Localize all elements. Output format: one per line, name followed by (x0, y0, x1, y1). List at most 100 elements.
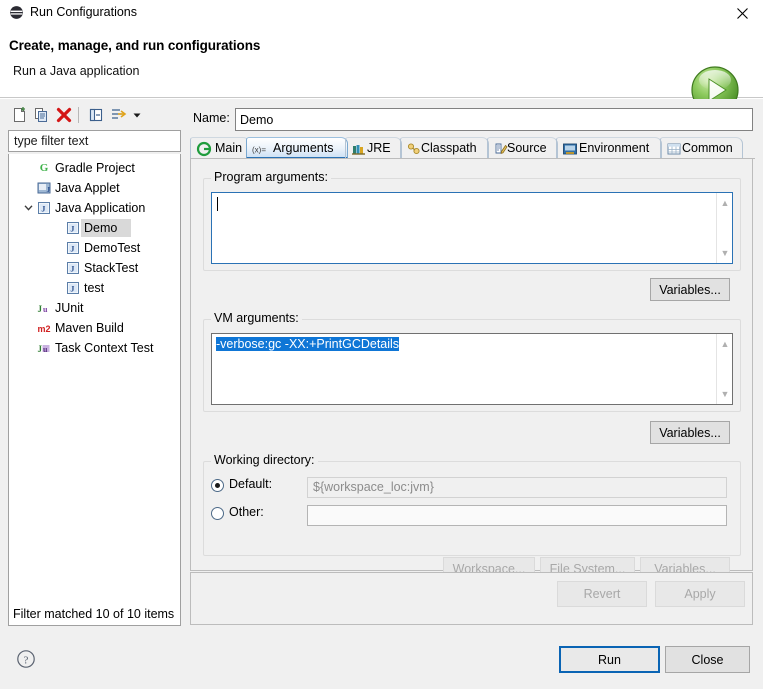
maven-icon: m2 (37, 321, 51, 335)
vm-arguments-scrollbar[interactable]: ▲ ▼ (716, 334, 732, 404)
tab-environment[interactable]: Environment (556, 137, 662, 159)
vm-arguments-variables-button[interactable]: Variables... (650, 421, 730, 444)
tree-item-task-context-test[interactable]: J u Task Context Test (9, 338, 180, 358)
scroll-down-icon[interactable]: ▼ (717, 245, 733, 261)
svg-text:J: J (70, 225, 74, 234)
collapse-all-icon[interactable] (86, 105, 106, 125)
gradle-icon: G (37, 161, 51, 175)
tree-item-java-application[interactable]: J Java Application (9, 198, 180, 218)
apply-button[interactable]: Apply (655, 581, 745, 607)
common-table-icon (666, 141, 682, 157)
program-arguments-input[interactable]: ▲ ▼ (211, 192, 733, 264)
scroll-up-icon[interactable]: ▲ (717, 336, 733, 352)
vm-arguments-text-wrapper: -verbose:gc -XX:+PrintGCDetails (216, 337, 714, 352)
name-input[interactable] (235, 108, 753, 131)
help-question-icon[interactable]: ? (16, 649, 36, 669)
text-caret (217, 197, 218, 211)
revert-button[interactable]: Revert (557, 581, 647, 607)
tree-twisty[interactable] (21, 158, 35, 178)
tab-label: Environment (579, 141, 650, 155)
working-directory-other-input[interactable] (307, 505, 727, 526)
tree-item-label: Demo (84, 221, 118, 235)
svg-text:?: ? (24, 654, 29, 666)
title-bar: Run Configurations (0, 0, 763, 26)
tab-label: Common (682, 141, 733, 155)
tree-item-demo[interactable]: J Demo (9, 218, 180, 238)
tab-label: JRE (367, 141, 391, 155)
java-launch-icon: J (66, 281, 80, 295)
arguments-tab-content: Program arguments: ▲ ▼ Variables... VM a… (190, 159, 753, 581)
dialog-footer: ? Run Close (0, 628, 763, 689)
environment-icon (562, 141, 578, 157)
java-application-icon: J (37, 201, 51, 215)
tree-item-junit[interactable]: J u JUnit (9, 298, 180, 318)
tree-item-label: JUnit (55, 301, 84, 315)
scroll-up-icon[interactable]: ▲ (717, 195, 733, 211)
tab-source[interactable]: Source (487, 137, 558, 159)
junit-icon: J u (37, 301, 51, 315)
tab-classpath[interactable]: Classpath (400, 137, 489, 159)
filter-placeholder-text: type filter text (14, 134, 89, 148)
tree-item-gradle-project[interactable]: G Gradle Project (9, 158, 180, 178)
radio-dot (215, 483, 220, 488)
name-row: Name: (190, 108, 755, 132)
tab-common[interactable]: Common (660, 137, 743, 159)
filter-arrow-icon[interactable] (108, 105, 128, 125)
tree-item-stacktest[interactable]: J StackTest (9, 258, 180, 278)
scroll-down-icon[interactable]: ▼ (717, 386, 733, 402)
copy-icon[interactable] (32, 105, 52, 125)
tree-twisty[interactable] (21, 178, 35, 198)
tab-bar: Main (x)= Arguments JRE Classpath Source… (190, 137, 755, 159)
vm-arguments-input[interactable]: ▲ ▼ -verbose:gc -XX:+PrintGCDetails (211, 333, 733, 405)
classpath-icon (406, 141, 422, 157)
tree-item-label: StackTest (84, 261, 139, 275)
dialog-body: type filter text G Gradle Project J Java… (0, 99, 763, 628)
svg-text:u: u (43, 345, 48, 354)
svg-text:J: J (70, 245, 74, 254)
svg-text:J: J (38, 304, 43, 314)
working-directory-default-value: ${workspace_loc:jvm} (307, 477, 727, 498)
java-launch-icon: J (66, 241, 80, 255)
tab-jre[interactable]: JRE (345, 137, 402, 159)
tree-item-java-applet[interactable]: J Java Applet (9, 178, 180, 198)
working-directory-default-radio[interactable]: Default: (211, 476, 311, 496)
jre-books-icon (351, 141, 367, 157)
tree-item-label: Gradle Project (55, 161, 135, 175)
tree-items: G Gradle Project J Java Applet J Java Ap… (9, 154, 180, 358)
vm-arguments-label: VM arguments: (211, 311, 302, 325)
tree-item-demotest[interactable]: J DemoTest (9, 238, 180, 258)
search-input[interactable]: type filter text (8, 130, 181, 152)
working-directory-other-radio[interactable]: Other: (211, 504, 311, 524)
svg-text:J: J (41, 205, 45, 214)
gradle-glyph: G (39, 162, 49, 174)
tree-item-maven-build[interactable]: m2 Maven Build (9, 318, 180, 338)
tree-item-label: Java Applet (55, 181, 120, 195)
radio-default-indicator (211, 479, 224, 492)
chevron-down-icon[interactable] (130, 105, 144, 125)
working-directory-group: Working directory: Default: ${workspace_… (203, 453, 741, 556)
tree-item-test[interactable]: J test (9, 278, 180, 298)
radio-other-label: Other: (229, 505, 264, 519)
run-button[interactable]: Run (559, 646, 660, 673)
configurations-tree[interactable]: G Gradle Project J Java Applet J Java Ap… (8, 154, 181, 626)
close-button[interactable]: Close (665, 646, 750, 673)
arguments-xequals-icon: (x)= (252, 141, 268, 157)
red-x-delete-icon[interactable] (54, 105, 74, 125)
dialog-header: Create, manage, and run configurations R… (0, 26, 763, 114)
apply-revert-bar: Revert Apply (190, 572, 753, 625)
close-icon[interactable] (729, 2, 755, 24)
working-directory-label: Working directory: (211, 453, 318, 467)
configurations-panel: type filter text G Gradle Project J Java… (8, 102, 182, 626)
program-arguments-scrollbar[interactable]: ▲ ▼ (716, 193, 732, 263)
new-document-icon[interactable] (10, 105, 30, 125)
eclipse-icon (9, 5, 24, 20)
program-arguments-variables-button[interactable]: Variables... (650, 278, 730, 301)
tab-main[interactable]: Main (190, 137, 250, 159)
tab-arguments[interactable]: (x)= Arguments (246, 137, 348, 159)
main-green-circle-icon (196, 141, 212, 157)
tree-twisty-expanded[interactable] (21, 198, 35, 218)
tree-item-label: Maven Build (55, 321, 124, 335)
program-arguments-group: Program arguments: ▲ ▼ (203, 170, 741, 271)
page-title: Create, manage, and run configurations (9, 38, 261, 53)
radio-other-indicator (211, 507, 224, 520)
